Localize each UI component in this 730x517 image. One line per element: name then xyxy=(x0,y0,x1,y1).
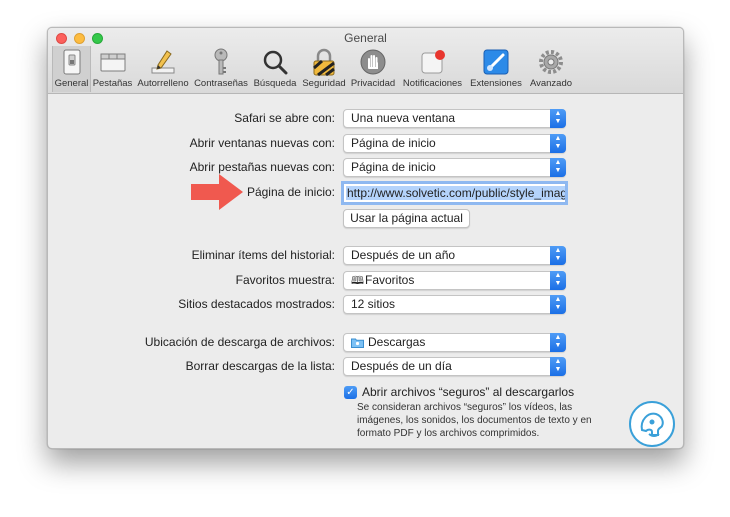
popup-value: Después de un año xyxy=(351,248,456,262)
tab-notificaciones[interactable]: Notificaciones xyxy=(398,46,467,92)
red-arrow-annotation xyxy=(191,174,243,210)
open-safe-files-label: Abrir archivos “seguros” al descargarlos xyxy=(362,385,575,399)
safari-opens-popup[interactable]: Una nueva ventana ▲ ▼ xyxy=(343,109,566,128)
popup-value: Página de inicio xyxy=(351,160,436,174)
puzzle-icon xyxy=(482,48,510,76)
clear-downloads-label: Borrar descargas de la lista: xyxy=(185,359,335,373)
chevron-updown-icon: ▲ ▼ xyxy=(550,333,566,352)
open-safe-files-note: Se consideran archivos “seguros” los víd… xyxy=(357,402,592,439)
homepage-url: http://www.solvetic.com/public/style_ima… xyxy=(346,186,565,200)
safari-opens-label: Safari se abre con: xyxy=(234,111,335,125)
remove-history-label: Eliminar ítems del historial: xyxy=(191,248,335,262)
tab-seguridad[interactable]: Seguridad xyxy=(300,46,348,92)
popup-value: Favoritos xyxy=(365,273,415,287)
window-title: General xyxy=(344,31,387,45)
homepage-label: Página de inicio: xyxy=(246,185,335,199)
pencil-icon xyxy=(149,48,177,76)
tab-autorrelleno[interactable]: Autorrelleno xyxy=(134,46,192,92)
new-tabs-popup[interactable]: Página de inicio ▲ ▼ xyxy=(343,158,566,177)
new-windows-popup[interactable]: Página de inicio ▲ ▼ xyxy=(343,134,566,153)
preferences-window: General General Pestañas Autorrelleno Co… xyxy=(47,27,684,449)
new-windows-label: Abrir ventanas nuevas con: xyxy=(189,136,335,150)
tabs-icon xyxy=(99,48,127,76)
gear-icon xyxy=(537,48,565,76)
chevron-updown-icon: ▲ ▼ xyxy=(550,109,566,128)
popup-value: Después de un día xyxy=(351,359,452,373)
top-sites-label: Sitios destacados mostrados: xyxy=(178,297,335,311)
remove-history-popup[interactable]: Después de un año ▲ ▼ xyxy=(343,246,566,265)
chevron-updown-icon: ▲ ▼ xyxy=(550,295,566,314)
key-icon xyxy=(207,48,235,76)
titlebar: General General Pestañas Autorrelleno Co… xyxy=(48,28,683,94)
tab-busqueda[interactable]: Búsqueda xyxy=(250,46,300,92)
switch-icon xyxy=(58,48,86,76)
hand-icon xyxy=(359,48,387,76)
favorites-label: Favoritos muestra: xyxy=(235,273,335,287)
popup-value: 12 sitios xyxy=(351,297,396,311)
chevron-updown-icon: ▲ ▼ xyxy=(550,357,566,376)
chevron-updown-icon: ▲ ▼ xyxy=(550,158,566,177)
tab-label: Seguridad xyxy=(302,78,346,89)
general-pane: Safari se abre con: Una nueva ventana ▲ ▼… xyxy=(48,94,683,448)
top-sites-popup[interactable]: 12 sitios ▲ ▼ xyxy=(343,295,566,314)
magnifier-icon xyxy=(261,48,289,76)
new-tabs-label: Abrir pestañas nuevas con: xyxy=(189,160,335,174)
chevron-updown-icon: ▲ ▼ xyxy=(550,246,566,265)
popup-value: Descargas xyxy=(368,335,426,349)
chevron-updown-icon: ▲ ▼ xyxy=(550,271,566,290)
tab-contrasenas[interactable]: Contraseñas xyxy=(192,46,250,92)
tab-label: Notificaciones xyxy=(402,78,463,89)
tab-avanzado[interactable]: Avanzado xyxy=(525,46,577,92)
clear-downloads-popup[interactable]: Después de un día ▲ ▼ xyxy=(343,357,566,376)
tab-pestanas[interactable]: Pestañas xyxy=(91,46,134,92)
chevron-updown-icon: ▲ ▼ xyxy=(550,134,566,153)
notification-icon xyxy=(419,48,447,76)
favorites-popup[interactable]: 🕮Favoritos ▲ ▼ xyxy=(343,271,566,290)
solvetic-logo-icon xyxy=(629,401,675,447)
tab-label: Búsqueda xyxy=(253,78,297,89)
tab-general[interactable]: General xyxy=(52,46,91,92)
tab-label: Pestañas xyxy=(92,78,133,89)
popup-value: Una nueva ventana xyxy=(351,111,456,125)
tab-label: Extensiones xyxy=(470,78,522,89)
download-location-popup[interactable]: Descargas ▲ ▼ xyxy=(343,333,566,352)
tab-privacidad[interactable]: Privacidad xyxy=(348,46,398,92)
book-icon: 🕮 xyxy=(351,275,364,287)
open-safe-files-checkbox[interactable]: ✓ xyxy=(344,386,357,399)
tab-label: General xyxy=(54,78,89,89)
popup-value: Página de inicio xyxy=(351,136,436,150)
tab-label: Contraseñas xyxy=(194,78,248,89)
tab-label: Privacidad xyxy=(350,78,396,89)
tab-label: Autorrelleno xyxy=(137,78,189,89)
padlock-icon xyxy=(310,48,338,76)
tab-extensiones[interactable]: Extensiones xyxy=(467,46,525,92)
homepage-field[interactable]: http://www.solvetic.com/public/style_ima… xyxy=(343,183,566,203)
use-current-page-button[interactable]: Usar la página actual xyxy=(343,209,470,228)
tab-label: Avanzado xyxy=(529,78,573,89)
folder-icon xyxy=(351,336,364,353)
download-location-label: Ubicación de descarga de archivos: xyxy=(144,335,335,349)
preferences-toolbar: General Pestañas Autorrelleno Contraseña… xyxy=(52,46,577,92)
